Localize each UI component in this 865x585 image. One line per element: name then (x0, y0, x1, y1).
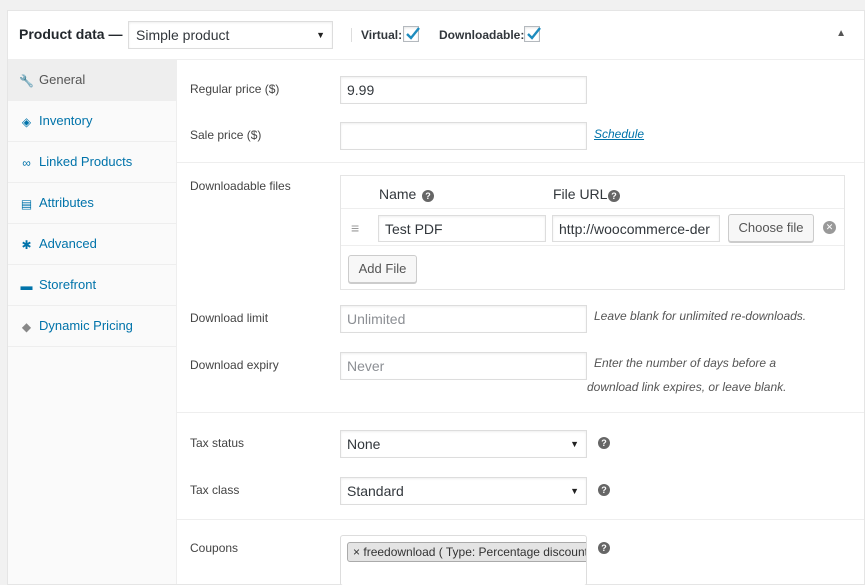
help-icon[interactable]: ? (598, 484, 610, 496)
download-expiry-hint-line1: Enter the number of days before a (594, 356, 777, 370)
schedule-link[interactable]: Schedule (594, 127, 644, 141)
wrench-icon: 🔧 (19, 74, 34, 88)
regular-price-label: Regular price ($) (190, 82, 280, 96)
add-file-button[interactable]: Add File (348, 255, 417, 283)
section-divider (177, 162, 864, 163)
help-icon[interactable]: ? (422, 190, 434, 202)
file-url-input[interactable]: http://woocommerce-der (552, 215, 720, 242)
coupons-label: Coupons (190, 541, 239, 555)
virtual-checkbox[interactable] (403, 26, 420, 42)
download-expiry-hint-line2: download link expires, or leave blank. (587, 380, 787, 394)
choose-file-button[interactable]: Choose file (728, 214, 814, 242)
help-icon[interactable]: ? (598, 437, 610, 449)
coupon-chip: × freedownload ( Type: Percentage discou… (347, 542, 587, 562)
tab-label: General (39, 72, 86, 87)
help-icon[interactable]: ? (598, 542, 610, 554)
drag-handle-icon[interactable]: ≡ (351, 220, 359, 236)
tab-attributes[interactable]: ▤ Attributes (8, 183, 176, 224)
tab-label: Advanced (39, 236, 97, 251)
downloadable-checkbox[interactable] (524, 26, 541, 42)
tax-class-value: Standard (347, 483, 404, 499)
sale-price-input[interactable] (340, 122, 587, 150)
price-tag-icon: ◆ (21, 320, 32, 334)
checkmark-icon (406, 27, 420, 40)
panel-title: Product data — (19, 26, 123, 42)
tab-label: Dynamic Pricing (39, 318, 133, 333)
collapse-toggle-icon[interactable]: ▲ (836, 28, 846, 39)
product-data-tabs: 🔧 General ◈ Inventory ∞ Linked Products ▤ At… (8, 60, 177, 584)
file-name-input[interactable]: Test PDF (378, 215, 546, 242)
tab-label: Storefront (39, 277, 97, 292)
store-icon: ▬ (20, 279, 33, 293)
caret-down-icon: ▼ (316, 30, 325, 40)
tab-label: Inventory (39, 113, 93, 128)
tab-general[interactable]: 🔧 General (8, 60, 176, 101)
downloadable-files-label: Downloadable files (190, 179, 291, 193)
section-divider (177, 519, 864, 520)
tab-label: Linked Products (39, 154, 133, 169)
product-data-panel: Product data — Simple product ▼ Virtual:… (7, 10, 865, 585)
tax-class-label: Tax class (190, 483, 240, 497)
coupon-chip-label: freedownload ( Type: Percentage discount (363, 545, 587, 559)
regular-price-input[interactable]: 9.99 (340, 76, 587, 104)
tab-label: Attributes (39, 195, 94, 210)
download-limit-label: Download limit (190, 311, 269, 325)
list-icon: ▤ (20, 197, 33, 211)
file-url-column-header: File URL (553, 186, 608, 202)
tax-status-value: None (347, 436, 381, 452)
download-limit-input[interactable]: Unlimited (340, 305, 587, 333)
help-icon[interactable]: ? (608, 190, 620, 202)
tab-inventory[interactable]: ◈ Inventory (8, 101, 176, 142)
section-divider (177, 412, 864, 413)
coupons-select[interactable]: × freedownload ( Type: Percentage discou… (340, 535, 587, 585)
download-expiry-label: Download expiry (190, 358, 279, 372)
product-type-select[interactable]: Simple product ▼ (128, 21, 333, 49)
header-divider (351, 28, 352, 42)
file-row: ≡ Test PDF http://woocommerce-der Choose… (341, 208, 844, 246)
tax-status-label: Tax status (190, 436, 245, 450)
product-type-value: Simple product (136, 27, 230, 43)
gear-icon: ✱ (21, 238, 32, 252)
panel-header: Product data — Simple product ▼ Virtual:… (8, 11, 864, 60)
download-limit-hint: Leave blank for unlimited re-downloads. (594, 309, 807, 323)
name-column-header: Name (379, 186, 417, 202)
caret-down-icon: ▼ (570, 439, 579, 449)
checkmark-icon (527, 27, 541, 40)
download-expiry-input[interactable]: Never (340, 352, 587, 380)
tax-status-select[interactable]: None ▼ (340, 430, 587, 458)
virtual-label: Virtual: (361, 28, 403, 42)
tab-dynamic-pricing[interactable]: ◆ Dynamic Pricing (8, 306, 176, 347)
tab-linked-products[interactable]: ∞ Linked Products (8, 142, 176, 183)
sale-price-label: Sale price ($) (190, 128, 262, 142)
tax-class-select[interactable]: Standard ▼ (340, 477, 587, 505)
tab-storefront[interactable]: ▬ Storefront (8, 265, 176, 306)
link-icon: ∞ (22, 156, 31, 170)
downloadable-label: Downloadable: (439, 28, 525, 42)
tab-advanced[interactable]: ✱ Advanced (8, 224, 176, 265)
tag-icon: ◈ (21, 115, 32, 129)
remove-coupon-icon[interactable]: × (353, 545, 360, 559)
downloadable-files-table: Name ? File URL ? ≡ Test PDF http://wooc… (340, 175, 845, 290)
caret-down-icon: ▼ (570, 486, 579, 496)
remove-file-icon[interactable]: ✕ (823, 221, 836, 234)
